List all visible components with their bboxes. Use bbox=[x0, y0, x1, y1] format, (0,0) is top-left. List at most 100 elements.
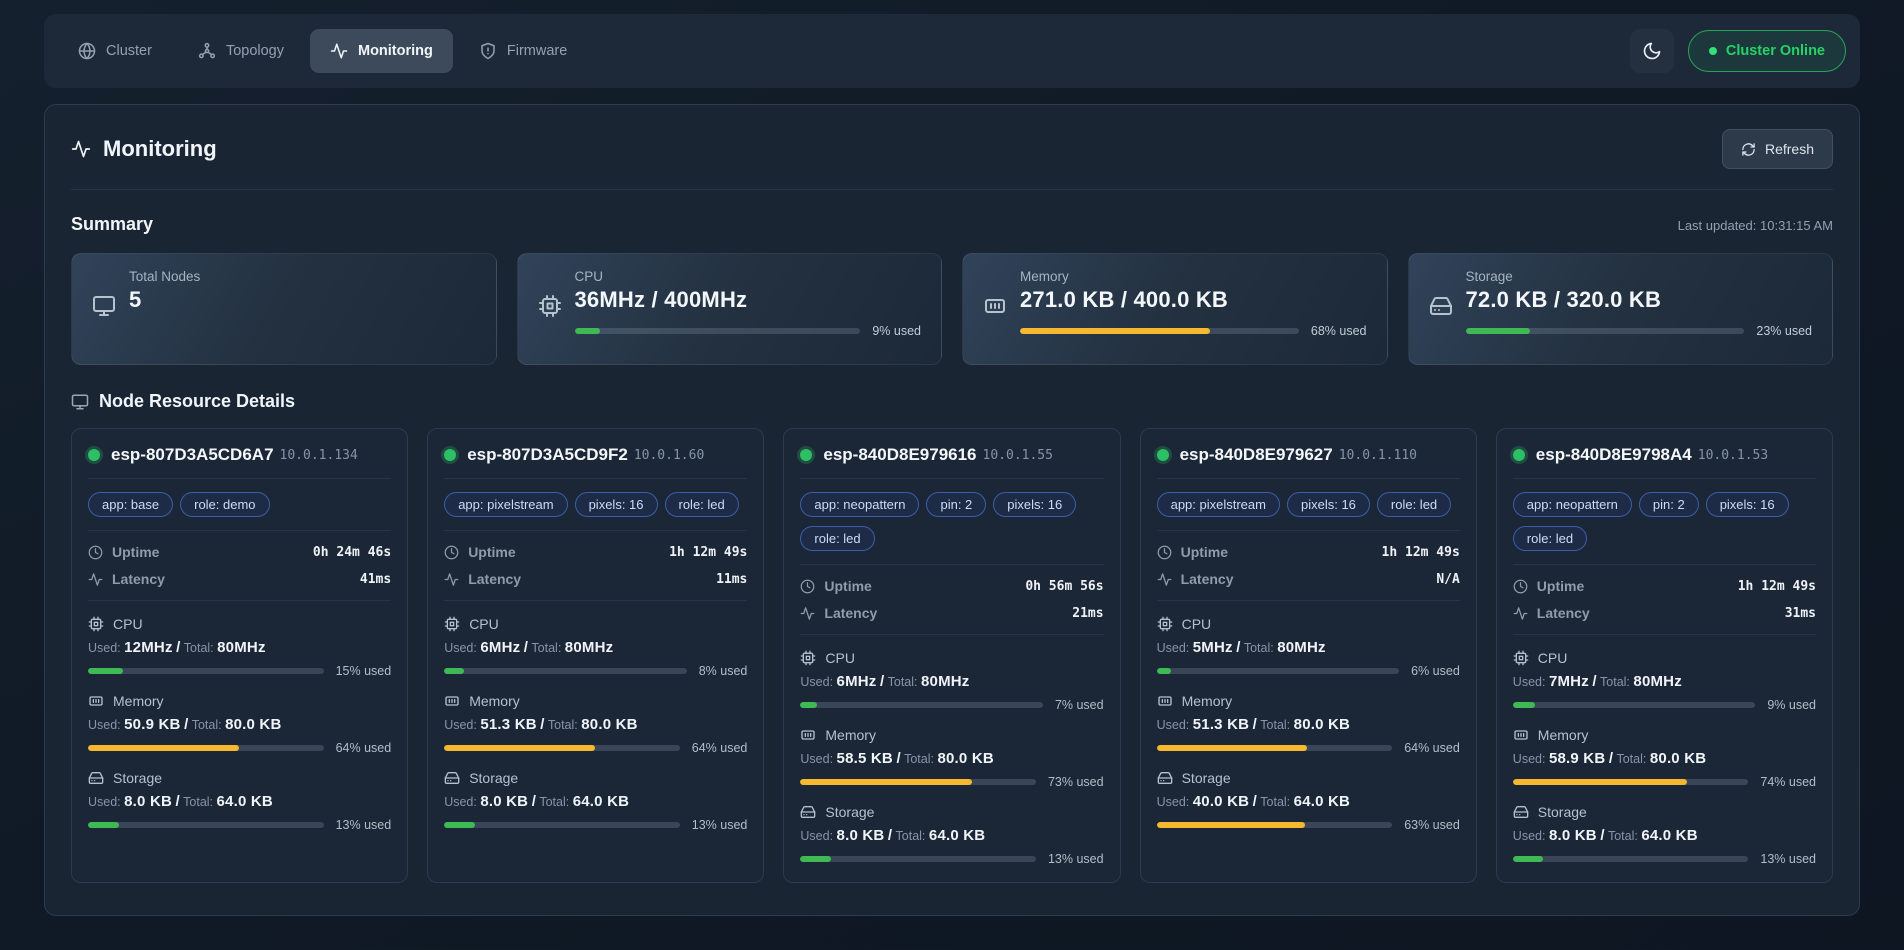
node-details-heading-text: Node Resource Details bbox=[99, 391, 295, 412]
panel-header: Monitoring Refresh bbox=[71, 129, 1833, 169]
divider bbox=[1513, 634, 1816, 635]
uptime-label: Uptime bbox=[1181, 544, 1228, 560]
refresh-button[interactable]: Refresh bbox=[1722, 129, 1833, 169]
storage-progress-bar bbox=[800, 856, 1036, 862]
uptime-row: Uptime 1h 12m 49s bbox=[444, 544, 747, 560]
cpu-progress-bar bbox=[1157, 668, 1400, 674]
uptime-label: Uptime bbox=[112, 544, 159, 560]
cpu-progress-bar bbox=[800, 702, 1043, 708]
tag-pill: pin: 2 bbox=[926, 492, 986, 517]
node-card-header: esp-840D8E979627 10.0.1.110 bbox=[1157, 445, 1460, 465]
divider bbox=[1157, 600, 1460, 601]
uptime-value: 0h 56m 56s bbox=[1025, 579, 1103, 594]
node-card: esp-840D8E979616 10.0.1.55 app: neopatte… bbox=[783, 428, 1120, 883]
memory-icon bbox=[1513, 727, 1529, 743]
cpu-percent-label: 8% used bbox=[699, 664, 748, 678]
storage-section-label: Storage bbox=[444, 770, 747, 786]
clock-icon bbox=[88, 545, 103, 560]
memory-section-label: Memory bbox=[444, 693, 747, 709]
storage-progress-bar bbox=[444, 822, 680, 828]
tab-firmware[interactable]: Firmware bbox=[459, 29, 587, 73]
node-name: esp-840D8E979627 bbox=[1180, 445, 1333, 465]
nav-tabs: Cluster Topology Monitoring Firmware bbox=[58, 29, 587, 73]
latency-row: Latency 21ms bbox=[800, 605, 1103, 621]
latency-label: Latency bbox=[468, 571, 521, 587]
divider bbox=[1157, 530, 1460, 531]
cpu-used-total: Used: 12MHz / Total: 80MHz bbox=[88, 639, 391, 656]
memory-section-label: Memory bbox=[1513, 727, 1816, 743]
storage-used-total: Used: 8.0 KB / Total: 64.0 KB bbox=[88, 793, 391, 810]
memory-progress-bar bbox=[1020, 328, 1299, 334]
activity-icon bbox=[71, 139, 91, 159]
cpu-used-total: Used: 7MHz / Total: 80MHz bbox=[1513, 673, 1816, 690]
harddrive-icon bbox=[88, 770, 104, 786]
node-details-heading: Node Resource Details bbox=[71, 391, 1833, 412]
node-card: esp-807D3A5CD6A7 10.0.1.134 app: baserol… bbox=[71, 428, 408, 883]
node-name: esp-807D3A5CD9F2 bbox=[467, 445, 628, 465]
memory-used-total: Used: 58.9 KB / Total: 80.0 KB bbox=[1513, 750, 1816, 767]
storage-used-total: Used: 8.0 KB / Total: 64.0 KB bbox=[444, 793, 747, 810]
node-card: esp-840D8E979627 10.0.1.110 app: pixelst… bbox=[1140, 428, 1477, 883]
storage-used-total: Used: 8.0 KB / Total: 64.0 KB bbox=[1513, 827, 1816, 844]
node-status-dot bbox=[444, 449, 456, 461]
tag-pill: pixels: 16 bbox=[575, 492, 658, 517]
clock-icon bbox=[1513, 579, 1528, 594]
monitor-icon bbox=[71, 393, 89, 411]
card-label: Total Nodes bbox=[129, 269, 476, 284]
firmware-icon bbox=[479, 42, 497, 60]
tag-list: app: neopatternpin: 2pixels: 16role: led bbox=[1513, 492, 1816, 551]
divider bbox=[800, 634, 1103, 635]
tab-monitoring[interactable]: Monitoring bbox=[310, 29, 453, 73]
memory-progress-bar bbox=[444, 745, 680, 751]
latency-value: 41ms bbox=[360, 572, 391, 587]
divider bbox=[444, 530, 747, 531]
storage-section-label: Storage bbox=[88, 770, 391, 786]
memory-percent-label: 64% used bbox=[692, 741, 748, 755]
latency-value: N/A bbox=[1436, 572, 1459, 587]
monitor-icon bbox=[92, 294, 116, 318]
card-value: 72.0 KB / 320.0 KB bbox=[1466, 287, 1813, 313]
memory-section-label: Memory bbox=[88, 693, 391, 709]
tag-pill: role: led bbox=[1513, 526, 1587, 551]
tag-pill: pin: 2 bbox=[1639, 492, 1699, 517]
refresh-icon bbox=[1741, 142, 1756, 157]
summary-card-storage: Storage 72.0 KB / 320.0 KB 23% used bbox=[1408, 253, 1834, 365]
storage-percent-label: 13% used bbox=[1760, 852, 1816, 866]
latency-row: Latency 41ms bbox=[88, 571, 391, 587]
node-cards-grid: esp-807D3A5CD6A7 10.0.1.134 app: baserol… bbox=[71, 428, 1833, 883]
latency-value: 21ms bbox=[1072, 606, 1103, 621]
memory-icon bbox=[88, 693, 104, 709]
summary-header: Summary Last updated: 10:31:15 AM bbox=[71, 214, 1833, 235]
latency-label: Latency bbox=[112, 571, 165, 587]
harddrive-icon bbox=[444, 770, 460, 786]
card-label: Memory bbox=[1020, 269, 1367, 284]
cpu-progress-bar bbox=[1513, 702, 1756, 708]
memory-section-label: Memory bbox=[1157, 693, 1460, 709]
theme-toggle-button[interactable] bbox=[1630, 29, 1674, 73]
node-name: esp-840D8E9798A4 bbox=[1536, 445, 1692, 465]
tab-cluster[interactable]: Cluster bbox=[58, 29, 172, 73]
cpu-used-total: Used: 6MHz / Total: 80MHz bbox=[800, 673, 1103, 690]
memory-used-total: Used: 58.5 KB / Total: 80.0 KB bbox=[800, 750, 1103, 767]
storage-used-total: Used: 8.0 KB / Total: 64.0 KB bbox=[800, 827, 1103, 844]
cpu-progress-bar bbox=[88, 668, 324, 674]
node-ip: 10.0.1.60 bbox=[634, 448, 704, 463]
card-value: 5 bbox=[129, 287, 476, 313]
summary-card-total-nodes: Total Nodes 5 bbox=[71, 253, 497, 365]
node-ip: 10.0.1.110 bbox=[1339, 448, 1417, 463]
tab-topology[interactable]: Topology bbox=[178, 29, 304, 73]
storage-percent-label: 63% used bbox=[1404, 818, 1460, 832]
memory-progress-bar bbox=[1513, 779, 1749, 785]
uptime-value: 1h 12m 49s bbox=[1382, 545, 1460, 560]
memory-icon bbox=[444, 693, 460, 709]
memory-percent-label: 73% used bbox=[1048, 775, 1104, 789]
storage-section-label: Storage bbox=[1513, 804, 1816, 820]
node-card: esp-807D3A5CD9F2 10.0.1.60 app: pixelstr… bbox=[427, 428, 764, 883]
cpu-progress-bar bbox=[575, 328, 861, 334]
node-ip: 10.0.1.55 bbox=[983, 448, 1053, 463]
summary-cards: Total Nodes 5 CPU 36MHz / 400MHz 9% used… bbox=[71, 253, 1833, 365]
card-value: 271.0 KB / 400.0 KB bbox=[1020, 287, 1367, 313]
cluster-status-badge[interactable]: Cluster Online bbox=[1688, 30, 1846, 72]
monitoring-panel: Monitoring Refresh Summary Last updated:… bbox=[44, 104, 1860, 916]
tab-label: Firmware bbox=[507, 43, 567, 59]
